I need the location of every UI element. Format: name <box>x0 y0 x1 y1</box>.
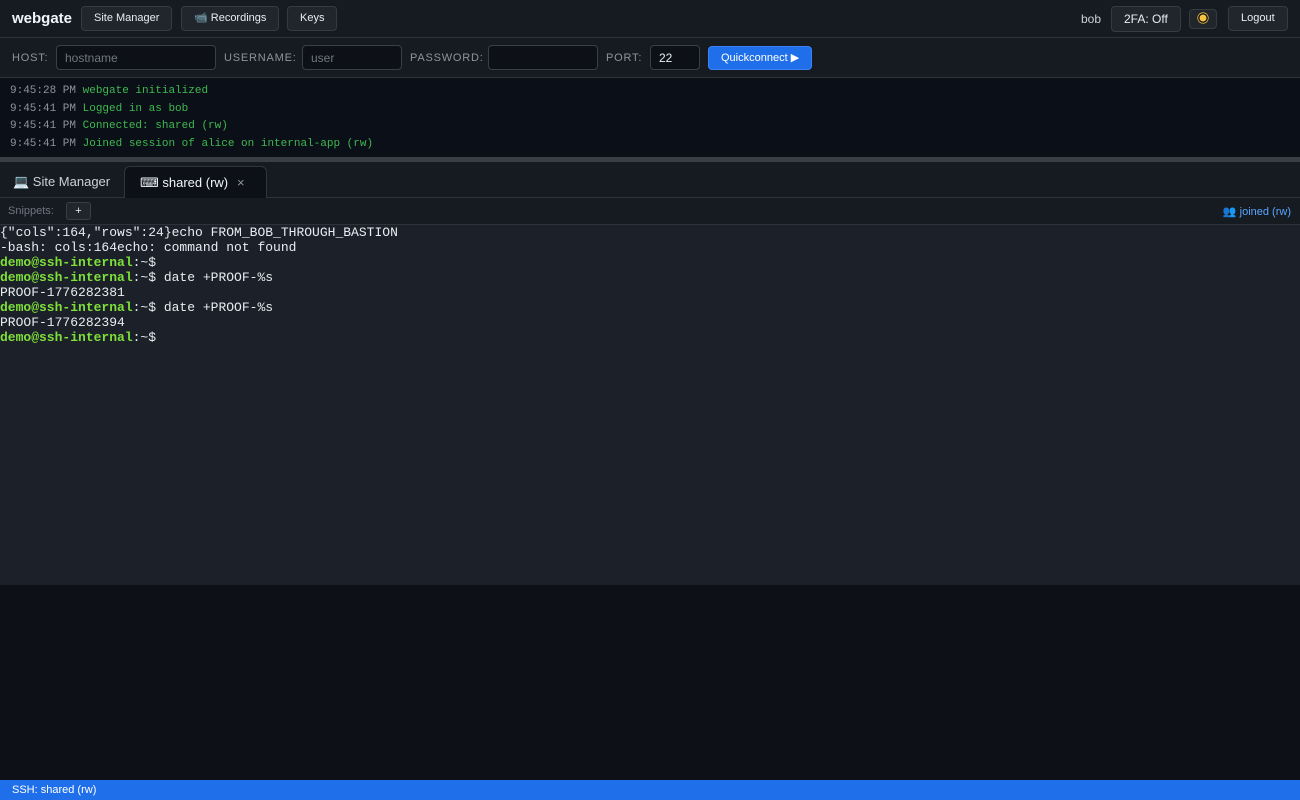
password-input[interactable] <box>488 45 598 70</box>
port-label: PORT: <box>606 52 643 64</box>
terminal-output: PROOF-1776282394 <box>0 315 125 330</box>
prompt-user: demo@ssh-internal <box>0 330 133 345</box>
logout-button[interactable]: Logout <box>1228 6 1288 31</box>
terminal[interactable]: {"cols":164,"rows":24}echo FROM_BOB_THRO… <box>0 225 1300 585</box>
recordings-button[interactable]: 📹 Recordings <box>181 6 280 31</box>
terminal-line: -bash: cols:164echo: command not found <box>0 240 297 255</box>
event-log: 9:45:28 PM webgate initialized 9:45:41 P… <box>0 78 1300 158</box>
host-input[interactable] <box>56 45 216 70</box>
terminal-empty-area <box>0 585 1300 780</box>
snippets-label: Snippets: <box>8 205 54 217</box>
top-bar: webgate Site Manager 📹 Recordings Keys b… <box>0 0 1300 38</box>
quickconnect-bar: HOST: USERNAME: PASSWORD: PORT: Quickcon… <box>0 38 1300 78</box>
terminal-prompt-line: demo@ssh-internal:~$ <box>0 255 1300 270</box>
port-input[interactable] <box>650 45 700 70</box>
terminal-command: date +PROOF-%s <box>156 270 274 285</box>
log-time: 9:45:41 PM <box>10 120 77 132</box>
prompt-tail: :~$ <box>132 255 157 270</box>
username-input[interactable] <box>302 45 402 70</box>
terminal-prompt-line: demo@ssh-internal:~$ <box>0 330 1300 345</box>
host-label: HOST: <box>12 52 49 64</box>
terminal-prompt-line: demo@ssh-internal:~$ date +PROOF-%s <box>0 270 1300 285</box>
password-label: PASSWORD: <box>410 52 484 64</box>
status-bar: SSH: shared (rw) <box>0 780 1300 800</box>
tab-label: ⌨ shared (rw) <box>140 175 229 190</box>
tab-site-manager[interactable]: 💻 Site Manager <box>13 166 110 198</box>
close-icon[interactable]: × <box>237 167 245 199</box>
log-time: 9:45:41 PM <box>10 102 77 115</box>
log-entry: 9:45:41 PM Connected: shared (rw) <box>0 118 1300 136</box>
log-message: Connected: shared (rw) <box>82 120 228 132</box>
add-snippet-button[interactable]: + <box>66 202 91 220</box>
tab-bar: 💻 Site Manager ⌨ shared (rw) × <box>0 162 1300 198</box>
log-message: webgate initialized <box>82 85 209 97</box>
quickconnect-button[interactable]: Quickconnect ▶ <box>708 46 813 70</box>
twofa-button[interactable]: 2FA: Off <box>1111 6 1181 32</box>
log-entry: 9:45:41 PM Joined session of alice on in… <box>0 136 1300 154</box>
site-manager-button[interactable]: Site Manager <box>81 6 173 31</box>
prompt-user: demo@ssh-internal <box>0 255 133 270</box>
prompt-user: demo@ssh-internal <box>0 300 133 315</box>
terminal-line: {"cols":164,"rows":24}echo FROM_BOB_THRO… <box>0 225 398 240</box>
prompt-tail: :~$ <box>132 330 157 345</box>
prompt-tail: :~$ <box>132 270 157 285</box>
log-message: Joined session of alice on internal-app … <box>82 137 374 150</box>
prompt-tail: :~$ <box>132 300 157 315</box>
sun-icon <box>1199 14 1207 22</box>
snippets-bar: Snippets: + 👥 joined (rw) <box>0 198 1300 225</box>
log-message: Logged in as bob <box>82 102 189 115</box>
log-time: 9:45:28 PM <box>10 85 77 97</box>
tab-shared-session[interactable]: ⌨ shared (rw) × <box>124 166 267 198</box>
brand-logo: webgate <box>12 10 73 27</box>
terminal-command: date +PROOF-%s <box>156 300 274 315</box>
terminal-prompt-line: demo@ssh-internal:~$ date +PROOF-%s <box>0 300 1300 315</box>
log-entry: 9:45:41 PM Logged in as bob <box>0 101 1300 119</box>
keys-button[interactable]: Keys <box>287 6 338 31</box>
terminal-output: PROOF-1776282381 <box>0 285 125 300</box>
log-time: 9:45:41 PM <box>10 137 77 150</box>
prompt-user: demo@ssh-internal <box>0 270 133 285</box>
username-label: USERNAME: <box>224 52 297 64</box>
log-entry: 9:45:28 PM webgate initialized <box>0 83 1300 101</box>
joined-indicator: 👥 joined (rw) <box>1222 206 1291 218</box>
current-user: bob <box>1081 12 1102 26</box>
theme-toggle-button[interactable] <box>1189 9 1217 29</box>
